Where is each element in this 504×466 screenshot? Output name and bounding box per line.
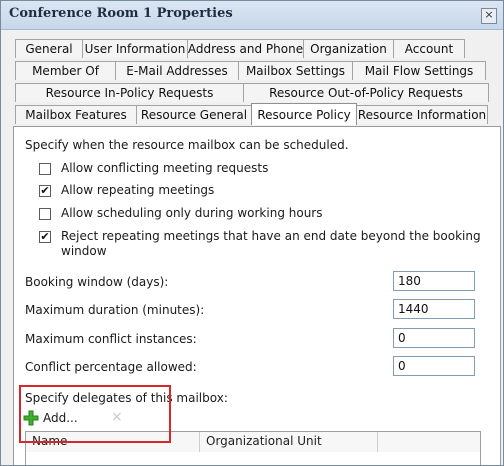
- tab-account[interactable]: Account: [393, 39, 465, 58]
- max-conflict-field[interactable]: 0: [393, 328, 475, 348]
- tab-resource-general[interactable]: Resource General: [136, 105, 252, 124]
- conflict-percentage-field[interactable]: 0: [393, 356, 475, 376]
- tab-mail-flow-settings[interactable]: Mail Flow Settings: [352, 61, 486, 80]
- allow-conflicting-checkbox[interactable]: [39, 163, 51, 175]
- tab-resource-information[interactable]: Resource Information: [356, 105, 488, 124]
- working-hours-label: Allow scheduling only during working hou…: [61, 206, 323, 220]
- allow-repeating-checkbox[interactable]: ✔: [39, 185, 51, 197]
- column-organizational-unit[interactable]: Organizational Unit: [200, 432, 378, 452]
- schedule-heading: Specify when the resource mailbox can be…: [25, 138, 349, 152]
- reject-repeating-label: Reject repeating meetings that have an e…: [61, 229, 481, 243]
- booking-window-label: Booking window (days):: [25, 275, 169, 289]
- tab-organization[interactable]: Organization: [303, 39, 394, 58]
- max-duration-field[interactable]: 1440: [393, 299, 475, 319]
- tab-row-3: Resource In-Policy Requests Resource Out…: [15, 83, 489, 103]
- title-bar: Conference Room 1 Properties ×: [1, 1, 503, 30]
- dialog-title: Conference Room 1 Properties: [9, 6, 233, 21]
- tab-row-4: Mailbox Features Resource General Resour…: [15, 103, 488, 125]
- tab-general[interactable]: General: [15, 39, 83, 58]
- properties-dialog: Conference Room 1 Properties × General U…: [0, 0, 504, 466]
- tab-resource-policy[interactable]: Resource Policy: [251, 103, 357, 125]
- tab-mailbox-settings[interactable]: Mailbox Settings: [238, 61, 353, 80]
- max-duration-label: Maximum duration (minutes):: [25, 303, 205, 317]
- tab-resource-in-policy-requests[interactable]: Resource In-Policy Requests: [15, 83, 244, 102]
- reject-repeating-label-cont: window: [61, 244, 107, 258]
- tab-row-2: Member Of E-Mail Addresses Mailbox Setti…: [15, 61, 486, 81]
- booking-window-field[interactable]: 180: [393, 271, 475, 291]
- reject-repeating-checkbox[interactable]: ✔: [39, 231, 51, 243]
- tab-email-addresses[interactable]: E-Mail Addresses: [115, 61, 239, 80]
- allow-conflicting-label: Allow conflicting meeting requests: [61, 161, 269, 175]
- conflict-percentage-label: Conflict percentage allowed:: [25, 360, 197, 374]
- allow-repeating-label: Allow repeating meetings: [61, 183, 215, 197]
- tab-resource-out-of-policy-requests[interactable]: Resource Out-of-Policy Requests: [243, 83, 489, 102]
- highlight-box: [19, 385, 171, 443]
- tab-user-information[interactable]: User Information: [82, 39, 188, 58]
- max-conflict-label: Maximum conflict instances:: [25, 332, 197, 346]
- working-hours-checkbox[interactable]: [39, 208, 51, 220]
- close-icon[interactable]: ×: [481, 8, 497, 24]
- tab-address-and-phone[interactable]: Address and Phone: [187, 39, 304, 58]
- tab-row-1: General User Information Address and Pho…: [15, 39, 465, 59]
- tab-member-of[interactable]: Member Of: [15, 61, 116, 80]
- tab-mailbox-features[interactable]: Mailbox Features: [15, 105, 137, 124]
- column-empty: [378, 432, 480, 452]
